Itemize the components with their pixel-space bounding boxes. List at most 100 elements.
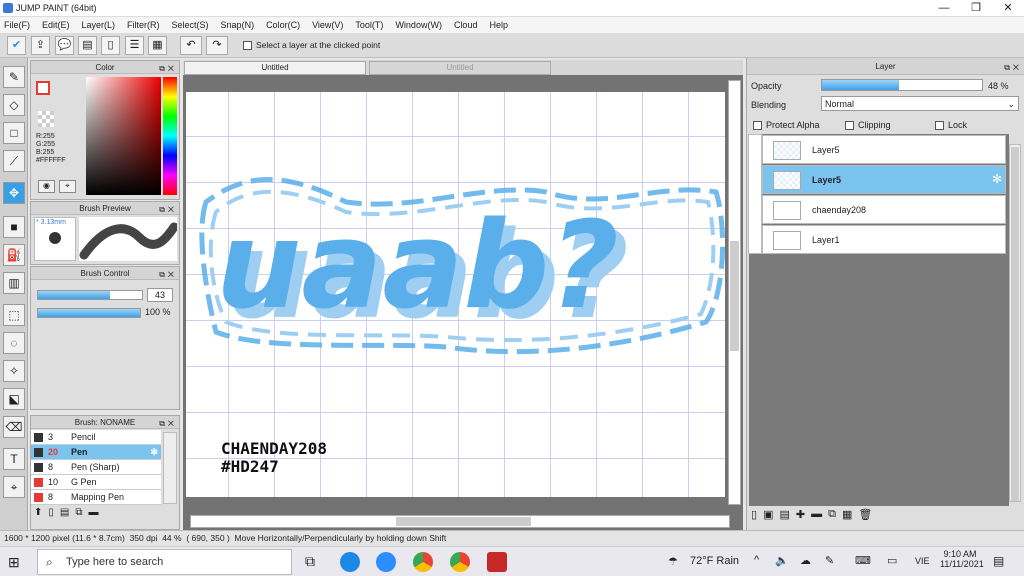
cloud-icon[interactable]: ☁ bbox=[800, 554, 811, 567]
menu-tool[interactable]: Tool(T) bbox=[355, 20, 383, 30]
brush-item-pencil[interactable]: 3 Pencil bbox=[31, 430, 161, 445]
clock[interactable]: 9:10 AM 11/11/2021 bbox=[940, 549, 984, 569]
eyedropper-tool-icon[interactable]: ⌖ bbox=[3, 476, 25, 498]
select-rect-icon[interactable]: ⬚ bbox=[3, 304, 25, 326]
notification-icon[interactable]: ▤ bbox=[993, 554, 1004, 568]
brush-list-scrollbar[interactable] bbox=[163, 432, 177, 504]
new-layer-icon[interactable]: ▯ bbox=[751, 508, 757, 528]
export-icon[interactable]: ⇪ bbox=[31, 36, 50, 55]
clipping-checkbox[interactable]: Clipping bbox=[845, 120, 891, 131]
brush-folder-icon[interactable]: ▬ bbox=[89, 507, 99, 528]
brush-item-g-pen[interactable]: 10 G Pen bbox=[31, 475, 161, 490]
select-eraser-icon[interactable]: ⌫ bbox=[3, 416, 25, 438]
eraser-tool-icon[interactable]: ◇ bbox=[3, 94, 25, 116]
text-tool-icon[interactable]: T bbox=[3, 448, 25, 470]
layer-row-layer1[interactable]: Layer1 bbox=[762, 225, 1006, 254]
edge-icon[interactable] bbox=[340, 552, 360, 572]
menu-view[interactable]: View(V) bbox=[312, 20, 343, 30]
tray-chevron-icon[interactable]: ^ bbox=[754, 554, 759, 566]
lock-checkbox[interactable]: Lock bbox=[935, 120, 967, 131]
volume-icon[interactable]: 🔈 bbox=[775, 554, 789, 567]
menu-file[interactable]: File(F) bbox=[4, 20, 30, 30]
gradient-tool-icon[interactable]: ▥ bbox=[3, 272, 25, 294]
weather-text[interactable]: 72°F Rain bbox=[690, 555, 739, 567]
brush-item-pen-sharp[interactable]: 8 Pen (Sharp) bbox=[31, 460, 161, 475]
horizontal-scrollbar[interactable] bbox=[190, 515, 730, 528]
new-text-icon[interactable]: ▤ bbox=[779, 508, 789, 528]
taskbar-search-input[interactable]: ⌕ Type here to search bbox=[37, 549, 292, 575]
maximize-button[interactable]: ❐ bbox=[960, 0, 992, 17]
select-layer-checkbox[interactable] bbox=[243, 41, 252, 50]
windows-start-icon[interactable]: ⊞ bbox=[8, 553, 26, 571]
brush-size-value[interactable]: 43 bbox=[147, 288, 173, 302]
grid-icon[interactable]: ▦ bbox=[148, 36, 167, 55]
menu-cloud[interactable]: Cloud bbox=[454, 20, 478, 30]
menu-filter[interactable]: Filter(R) bbox=[127, 20, 160, 30]
zoom-icon[interactable] bbox=[376, 552, 396, 572]
menu-edit[interactable]: Edit(E) bbox=[42, 20, 70, 30]
shape-tool-icon[interactable]: □ bbox=[3, 122, 25, 144]
layer-row-chaenday208[interactable]: chaenday208 bbox=[762, 195, 1006, 224]
undo-icon[interactable]: ↶ bbox=[180, 36, 202, 55]
menu-window[interactable]: Window(W) bbox=[395, 20, 442, 30]
move-tool-icon[interactable]: ✥ bbox=[3, 182, 25, 204]
hue-slider[interactable] bbox=[163, 77, 177, 195]
menu-help[interactable]: Help bbox=[489, 20, 508, 30]
fill-rect-tool-icon[interactable]: ■ bbox=[3, 216, 25, 238]
chrome-profile-icon[interactable] bbox=[450, 552, 470, 572]
select-pen-icon[interactable]: ⬕ bbox=[3, 388, 25, 410]
note-icon[interactable]: ▤ bbox=[78, 36, 97, 55]
brush-size-slider[interactable] bbox=[37, 290, 143, 300]
eyedropper-icon[interactable]: ⌖ bbox=[59, 180, 76, 193]
menu-layer[interactable]: Layer(L) bbox=[82, 20, 116, 30]
lasso-tool-icon[interactable]: ◌ bbox=[3, 332, 25, 354]
redo-icon[interactable]: ↷ bbox=[206, 36, 228, 55]
brush-item-mapping-pen[interactable]: 8 Mapping Pen bbox=[31, 490, 161, 505]
jump-paint-icon[interactable] bbox=[487, 552, 507, 572]
menu-select[interactable]: Select(S) bbox=[172, 20, 209, 30]
brush-new-icon[interactable]: ▯ bbox=[48, 507, 54, 528]
foreground-color-swatch[interactable] bbox=[36, 81, 50, 95]
layer-row-layer5-selected[interactable]: Layer5 ✻ bbox=[762, 165, 1006, 194]
keyboard-icon[interactable]: ⌨ bbox=[855, 554, 871, 567]
horizontal-scroll-thumb[interactable] bbox=[396, 517, 531, 526]
line-tool-icon[interactable]: ⟋ bbox=[3, 150, 25, 172]
check-icon[interactable]: ✔ bbox=[7, 36, 26, 55]
brush-add-icon[interactable]: ⬆ bbox=[34, 507, 42, 528]
folder-icon[interactable]: ▬ bbox=[811, 508, 822, 528]
tab-untitled[interactable]: Untitled bbox=[369, 61, 551, 75]
new-raster-icon[interactable]: ▣ bbox=[763, 508, 773, 528]
vertical-scrollbar[interactable] bbox=[728, 80, 741, 505]
vertical-scroll-thumb[interactable] bbox=[730, 241, 739, 351]
language-indicator[interactable]: VIE bbox=[915, 556, 930, 566]
palette-icon[interactable]: ◉ bbox=[38, 180, 55, 193]
protect-alpha-checkbox[interactable]: Protect Alpha bbox=[753, 120, 820, 131]
list-icon[interactable]: ☰ bbox=[125, 36, 144, 55]
menu-snap[interactable]: Snap(N) bbox=[221, 20, 255, 30]
brush-tool-icon[interactable]: ✎ bbox=[3, 66, 25, 88]
duplicate-icon[interactable]: ⧉ bbox=[828, 508, 836, 528]
color-saturation-picker[interactable] bbox=[86, 77, 161, 195]
document-icon[interactable]: ▯ bbox=[101, 36, 120, 55]
pen-icon[interactable]: ✎ bbox=[825, 554, 834, 567]
wand-tool-icon[interactable]: ✧ bbox=[3, 360, 25, 382]
chrome-icon[interactable] bbox=[413, 552, 433, 572]
minimize-button[interactable]: — bbox=[928, 0, 960, 17]
layer-opacity-slider[interactable] bbox=[821, 79, 983, 91]
bucket-tool-icon[interactable]: ⛽ bbox=[3, 244, 25, 266]
brush-opacity-slider[interactable] bbox=[37, 308, 141, 318]
weather-icon[interactable]: ☂ bbox=[668, 555, 678, 568]
menu-color[interactable]: Color(C) bbox=[266, 20, 300, 30]
brush-item-pen[interactable]: 20 Pen ✻ bbox=[31, 445, 161, 460]
network-icon[interactable]: ▭ bbox=[887, 554, 897, 567]
trash-icon[interactable]: 🗑 bbox=[858, 508, 872, 528]
blending-select[interactable]: Normal ⌄ bbox=[821, 96, 1019, 111]
brush-copy-icon[interactable]: ⧉ bbox=[75, 507, 82, 528]
layer-row-layer5-top[interactable]: Layer5 bbox=[762, 135, 1006, 164]
close-button[interactable]: ✕ bbox=[992, 0, 1024, 17]
brush-menu-icon[interactable]: ▤ bbox=[60, 507, 69, 528]
speech-icon[interactable]: 💬 bbox=[55, 36, 74, 55]
transparent-swatch[interactable] bbox=[38, 111, 54, 127]
merge-icon[interactable]: ▦ bbox=[842, 508, 852, 528]
task-view-icon[interactable]: ⧉ bbox=[305, 553, 315, 570]
